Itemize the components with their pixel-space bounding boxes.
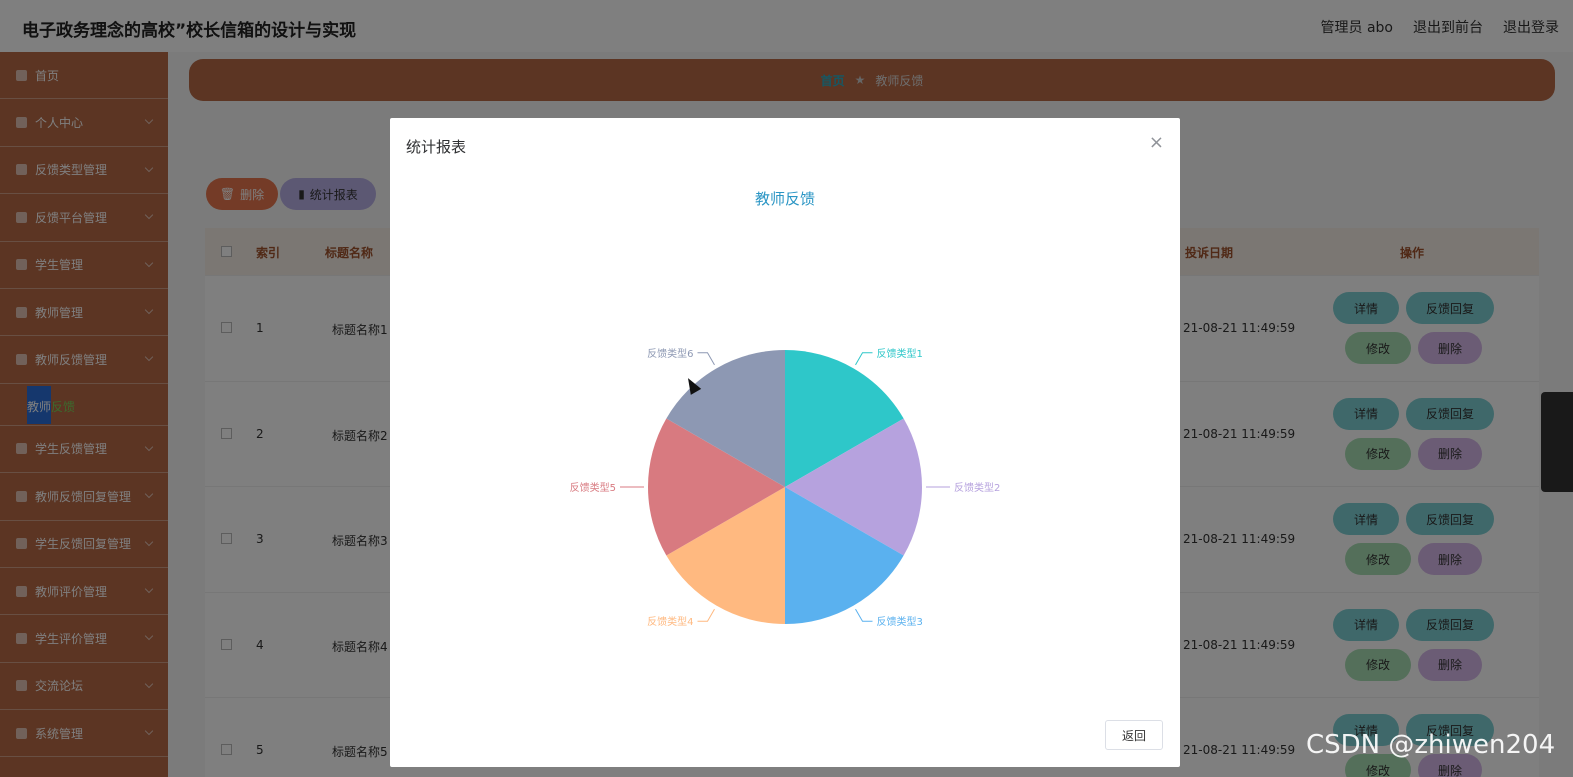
chart-title: 教师反馈 <box>755 190 815 208</box>
modal-title: 统计报表 <box>406 138 467 156</box>
back-button[interactable]: 返回 <box>1105 720 1163 750</box>
pie-label: 反馈类型2 <box>954 481 1000 494</box>
pie-label-line <box>697 608 715 622</box>
pie-label: 反馈类型3 <box>877 615 923 628</box>
pie-label: 反馈类型4 <box>647 615 693 628</box>
pie-label: 反馈类型6 <box>647 347 693 360</box>
pie-label: 反馈类型5 <box>570 481 616 494</box>
pie-label-line <box>855 352 873 366</box>
watermark: CSDN @zhiwen204 <box>1306 730 1556 760</box>
stats-modal: 统计报表 × 教师反馈 反馈类型1 反馈类型2 反馈类型3 反馈类型4 反馈类型5 反馈类… <box>390 118 1180 767</box>
pie-label-line <box>697 352 715 366</box>
pie-chart: 教师反馈 反馈类型1 反馈类型2 反馈类型3 反馈类型4 反馈类型5 反馈类型6 <box>570 190 1001 628</box>
close-icon[interactable]: × <box>1149 132 1164 153</box>
pie-label-line <box>855 608 873 622</box>
pie-label: 反馈类型1 <box>877 347 923 360</box>
